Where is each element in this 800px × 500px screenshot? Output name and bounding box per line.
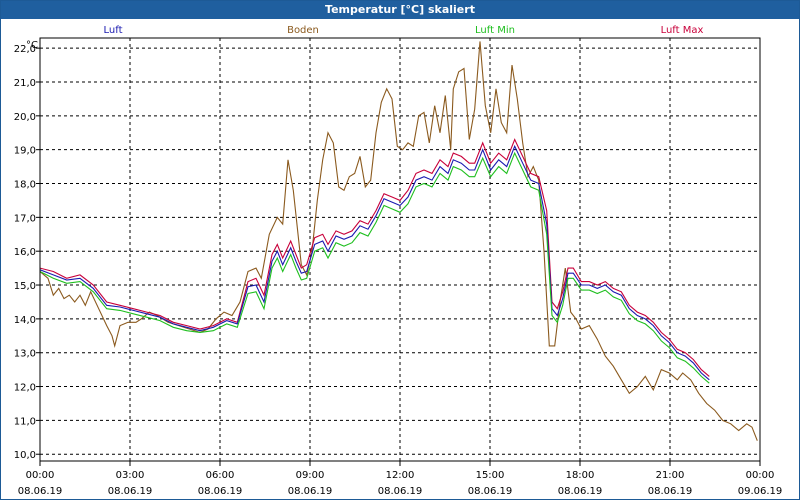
x-tick-time: 00:00 — [26, 470, 55, 481]
series-layer — [40, 41, 758, 441]
x-tick-date: 08.06.19 — [18, 486, 63, 497]
y-tick-label: 21,0 — [14, 78, 36, 89]
y-tick-label: 17,0 — [14, 213, 36, 224]
x-tick-time: 15:00 — [476, 470, 505, 481]
x-tick-time: 06:00 — [206, 470, 235, 481]
y-tick-label: 10,0 — [14, 450, 36, 461]
y-axis: 10,0 11,0 12,0 13,0 14,0 15,0 16,0 17,0 18,0 19,0… — [14, 44, 40, 461]
x-tick-time: 18:00 — [566, 470, 595, 481]
x-tick-date: 08.06.19 — [558, 486, 603, 497]
x-tick-date: 09.06.19 — [738, 486, 783, 497]
y-tick-label: 13,0 — [14, 349, 36, 360]
x-tick-time: 03:00 — [116, 470, 145, 481]
y-tick-label: 14,0 — [14, 315, 36, 326]
series-line-luft — [40, 144, 710, 381]
series-line-luft-max — [40, 138, 710, 377]
x-tick-date: 08.06.19 — [198, 486, 243, 497]
y-tick-label: 20,0 — [14, 112, 36, 123]
x-tick-time: 00:00 — [746, 470, 775, 481]
x-tick-time: 09:00 — [296, 470, 325, 481]
y-tick-label: 19,0 — [14, 146, 36, 157]
x-axis: 00:00 08.06.19 03:00 08.06.19 06:00 08.06.19 0… — [18, 461, 783, 497]
x-tick-time: 12:00 — [386, 470, 415, 481]
y-axis-unit: °C — [26, 40, 38, 51]
temperature-chart: 10,0 11,0 12,0 13,0 14,0 15,0 16,0 17,0 18,0 19,0… — [14, 25, 783, 497]
x-tick-date: 08.06.19 — [468, 486, 513, 497]
legend-item-luft-max: Luft Max — [661, 25, 704, 36]
legend-item-boden: Boden — [287, 25, 319, 36]
y-tick-label: 18,0 — [14, 180, 36, 191]
x-tick-date: 08.06.19 — [288, 486, 333, 497]
legend-item-luft: Luft — [104, 25, 123, 36]
x-tick-date: 08.06.19 — [378, 486, 423, 497]
x-tick-date: 08.06.19 — [108, 486, 153, 497]
x-tick-date: 08.06.19 — [648, 486, 693, 497]
x-tick-time: 21:00 — [656, 470, 685, 481]
y-tick-label: 16,0 — [14, 247, 36, 258]
legend: Luft Boden Luft Min Luft Max — [104, 25, 704, 36]
y-tick-label: 11,0 — [14, 416, 36, 427]
y-tick-label: 12,0 — [14, 383, 36, 394]
grid — [40, 38, 760, 461]
series-line-boden — [40, 41, 758, 441]
y-tick-label: 15,0 — [14, 281, 36, 292]
legend-item-luft-min: Luft Min — [475, 25, 515, 36]
series-line-luft-min — [40, 151, 710, 384]
